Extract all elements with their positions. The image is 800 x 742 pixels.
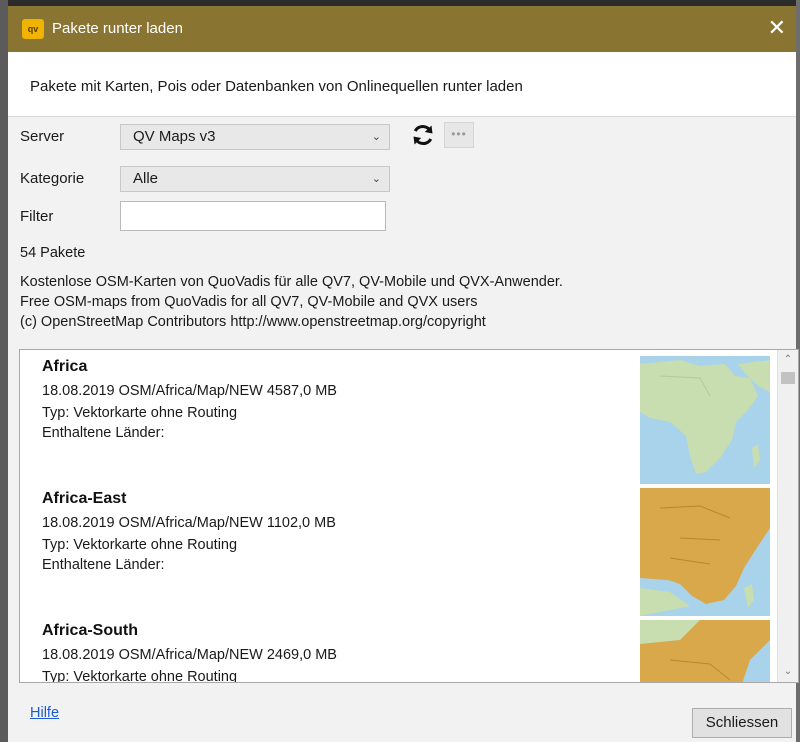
package-map-thumbnail bbox=[640, 620, 770, 682]
chevron-down-icon: ⌄ bbox=[371, 131, 381, 143]
list-scrollbar[interactable]: ⌃ ⌄ bbox=[777, 350, 798, 682]
refresh-button[interactable] bbox=[410, 122, 436, 148]
package-item[interactable]: Africa-East 18.08.2019 OSM/Africa/Map/NE… bbox=[20, 488, 780, 618]
package-name: Africa-East bbox=[42, 490, 127, 507]
package-type: Typ: Vektorkarte ohne Routing bbox=[42, 669, 238, 683]
help-link[interactable]: Hilfe bbox=[30, 705, 59, 721]
package-countries: Enthaltene Länder: bbox=[42, 557, 165, 573]
kategorie-dropdown-value: Alle bbox=[133, 170, 159, 187]
package-type: Typ: Vektorkarte ohne Routing bbox=[42, 537, 238, 553]
package-map-thumbnail bbox=[640, 356, 770, 484]
kategorie-label: Kategorie bbox=[20, 170, 85, 187]
package-type: Typ: Vektorkarte ohne Routing bbox=[42, 405, 238, 421]
package-count: 54 Pakete bbox=[20, 245, 86, 261]
server-label: Server bbox=[20, 128, 65, 145]
package-name: Africa-South bbox=[42, 622, 138, 639]
scroll-down-icon[interactable]: ⌄ bbox=[778, 664, 798, 680]
package-list[interactable]: Africa 18.08.2019 OSM/Africa/Map/NEW 458… bbox=[19, 349, 799, 683]
more-options-button[interactable]: ••• bbox=[444, 122, 474, 148]
window-title: Pakete runter laden bbox=[52, 20, 183, 37]
scroll-thumb[interactable] bbox=[781, 372, 795, 384]
server-dropdown-value: QV Maps v3 bbox=[133, 128, 216, 145]
close-window-button[interactable]: ✕ bbox=[768, 15, 786, 41]
filter-input[interactable] bbox=[120, 201, 386, 231]
chevron-down-icon: ⌄ bbox=[371, 173, 381, 185]
server-dropdown[interactable]: QV Maps v3 ⌄ bbox=[120, 124, 390, 150]
info-line-3: (c) OpenStreetMap Contributors http://ww… bbox=[20, 314, 486, 330]
package-name: Africa bbox=[42, 358, 88, 375]
dialog-description: Pakete mit Karten, Pois oder Datenbanken… bbox=[30, 78, 523, 95]
info-line-1: Kostenlose OSM-Karten von QuoVadis für a… bbox=[20, 274, 563, 290]
window-frame-left bbox=[0, 0, 8, 742]
refresh-icon bbox=[413, 124, 433, 146]
app-logo-icon: qv bbox=[22, 19, 44, 39]
info-line-2: Free OSM-maps from QuoVadis for all QV7,… bbox=[20, 294, 478, 310]
package-item[interactable]: Africa-South 18.08.2019 OSM/Africa/Map/N… bbox=[20, 620, 780, 683]
package-meta: 18.08.2019 OSM/Africa/Map/NEW 1102,0 MB bbox=[42, 515, 336, 531]
package-map-thumbnail bbox=[640, 488, 770, 616]
package-item[interactable]: Africa 18.08.2019 OSM/Africa/Map/NEW 458… bbox=[20, 356, 780, 486]
package-meta: 18.08.2019 OSM/Africa/Map/NEW 2469,0 MB bbox=[42, 647, 337, 663]
dialog-content: Server QV Maps v3 ⌄ ••• Kategorie Alle ⌄… bbox=[8, 117, 799, 742]
description-header: Pakete mit Karten, Pois oder Datenbanken… bbox=[8, 52, 796, 117]
package-countries: Enthaltene Länder: bbox=[42, 425, 165, 441]
scroll-up-icon[interactable]: ⌃ bbox=[778, 352, 798, 368]
filter-label: Filter bbox=[20, 208, 54, 225]
kategorie-dropdown[interactable]: Alle ⌄ bbox=[120, 166, 390, 192]
package-meta: 18.08.2019 OSM/Africa/Map/NEW 4587,0 MB bbox=[42, 383, 337, 399]
title-bar[interactable]: qv Pakete runter laden ✕ bbox=[8, 6, 796, 52]
close-button[interactable]: Schliessen bbox=[692, 708, 792, 738]
